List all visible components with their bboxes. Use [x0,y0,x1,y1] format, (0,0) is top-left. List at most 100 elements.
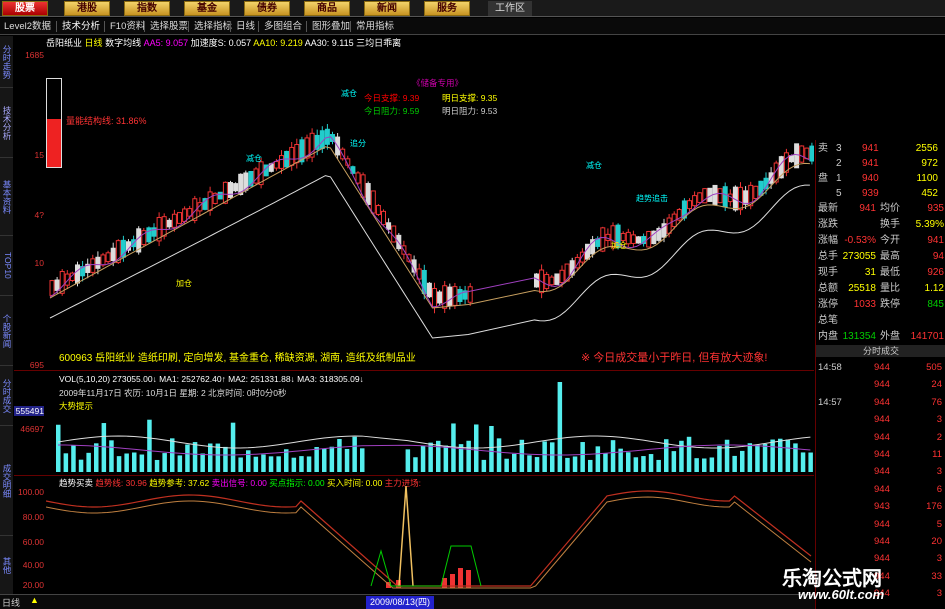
chart-annotation: 加仓 [611,241,627,250]
chart-annotation: 趋势追击 [636,194,668,203]
support-box-title: 《储备专用》 [412,78,464,88]
tab-multi-chart[interactable]: 多图组合 [264,20,302,33]
tomorrow-support: 明日支撑: 9.35 [442,93,498,103]
bias-label: 三均日乖离 [356,38,402,48]
tab-select-indicator[interactable]: 选择指标 [194,20,232,33]
menu-news[interactable]: 新闻 [364,1,410,16]
price-axis-label: 15 [34,150,44,160]
cursor-date: 2009/08/13(四) [366,596,435,609]
tab-overlay[interactable]: 图形叠加 [312,20,350,33]
top-menu-bar: 股票 港股 指数 基金 债券 商品 新闻 服务 工作区 [0,0,945,17]
order-book-row: 5 939 452 [836,188,938,199]
side-tab-basic-info[interactable]: 基本资料 [0,158,13,236]
trade-row: 14:57 944 76 [818,396,942,408]
indicator-axis-label: 80.00 [22,512,44,522]
stock-info-text: 600963 岳阳纸业 造纸印刷, 定向增发, 基金重仓, 稀缺资源, 湖南, … [59,353,416,364]
volume-axis-label: 555491 [14,406,44,416]
ma-label: 数字均线 [105,38,142,48]
price-axis-label: 1685 [25,50,44,60]
chart-annotation: 追分 [350,139,366,148]
quote-row: 涨跌 换手 5.39% [818,219,944,230]
indicator-axis-label: 20.00 [22,580,44,590]
quote-row: 最新 941 均价 935 [818,203,944,214]
trade-row: 14:58 944 505 [818,362,942,373]
menu-services[interactable]: 服务 [424,1,470,16]
side-tab-ticks[interactable]: 分时成交 [0,366,13,426]
trade-row: 944 3 [874,466,942,478]
watermark-url: www.60lt.com [798,587,885,602]
tab-f10[interactable]: F10资料 [110,20,145,33]
price-axis-label: 4? [34,210,44,220]
trade-row: 944 5 [874,518,942,530]
up-triangle-icon[interactable]: ▲ [30,595,39,605]
side-tab-technical[interactable]: 技术分析 [0,88,13,158]
side-tab-top10[interactable]: TOP10 [0,236,13,296]
tab-select-stock[interactable]: 选择股票 [150,20,188,33]
order-book-row: 2 941 972 [836,158,938,169]
accel-value: 加速度S: 0.057 [190,38,252,48]
chart-annotation: 减仓 [586,161,602,170]
today-resist: 今日阻力: 9.59 [364,106,420,116]
side-tab-other[interactable]: 其他 [0,536,13,596]
quote-row: 现手 31 最低 926 [818,267,944,278]
aa10-value: AA10: 9.219 [253,38,303,48]
volume-axis-label: 46697 [20,424,44,434]
period-label: 日线 [84,38,103,48]
quote-row: 总额 25518 量比 1.12 [818,283,944,294]
order-book-row: 盘 1 940 1100 [818,173,938,184]
menu-index[interactable]: 指数 [124,1,170,16]
trades-header: 分时成交 [816,345,945,357]
chart-annotation: 减仓 [341,89,357,98]
indicator-axis-label: 100.00 [18,487,44,497]
quote-row: 内盘 131354 外盘 141701 [818,331,944,342]
quote-row: 涨停 1033 跌停 845 [818,299,944,310]
tab-technical[interactable]: 技术分析 [62,20,100,33]
chart-annotation: 减仓 [246,154,262,163]
quote-row: 总手 273055 最高 94 [818,251,944,262]
aa30-value: AA30: 9.115 [304,38,354,48]
tab-daily[interactable]: 日线 [236,20,255,33]
quote-row: 总笔 [818,315,838,326]
support-resistance-box: 《储备专用》 今日支撑: 9.39 明日支撑: 9.35 今日阻力: 9.59 … [362,78,517,120]
chart-annotation: 加仓 [176,279,192,288]
aa5-value: AA5: 9.057 [143,38,189,48]
volume-structure-gauge [46,78,62,168]
indicator-chart[interactable] [46,476,814,594]
trade-row: 944 3 [874,414,942,426]
quote-row: 涨幅 -0.53% 今开 941 [818,235,944,246]
volume-warning: ※ 今日成交量小于昨日, 但有放大迹象! [581,352,768,364]
trade-row: 944 24 [874,379,942,391]
gauge-label: 量能结构线: 31.86% [66,116,147,126]
menu-hk-stocks[interactable]: 港股 [64,1,110,16]
stock-name: 岳阳纸业 [46,38,83,48]
side-tab-bar: 分时走势 技术分析 基本资料 TOP10 个股新闻 分时成交 成交明细 其他 [0,36,13,596]
tomorrow-resist: 明日阻力: 9.53 [442,106,498,116]
side-tab-intraday[interactable]: 分时走势 [0,36,13,88]
bottom-status-bar: 日线 ▲ 2009/08/13(四) [0,594,815,609]
period-indicator[interactable]: 日线 [2,596,20,609]
today-support: 今日支撑: 9.39 [364,93,420,103]
menu-commodities[interactable]: 商品 [304,1,350,16]
side-tab-news[interactable]: 个股新闻 [0,296,13,366]
trade-row: 943 176 [874,501,942,513]
side-tab-trades[interactable]: 成交明细 [0,426,13,536]
price-axis-label: 695 [29,360,44,370]
order-book-row: 卖 3 941 2556 [818,143,938,154]
tab-common-indicators[interactable]: 常用指标 [356,20,394,33]
tab-level2[interactable]: Level2数据 [4,20,51,33]
indicator-axis-label: 60.00 [22,537,44,547]
menu-funds[interactable]: 基金 [184,1,230,16]
quote-panel: 卖 3 941 2556 2 941 972 盘 1 940 1100 5 939 452 最新 941 均价… [815,140,945,609]
indicator-axis-label: 40.00 [22,560,44,570]
trade-row: 944 6 [874,483,942,495]
trade-row: 944 2 [874,431,942,443]
volume-chart[interactable] [46,372,814,474]
chart-info-bar: 岳阳纸业 日线 数字均线 AA5: 9.057 加速度S: 0.057 AA10… [46,36,536,48]
trade-row: 944 11 [874,449,942,460]
price-axis-label: 10 [34,258,44,268]
workarea-button[interactable]: 工作区 [488,1,532,16]
menu-bonds[interactable]: 债券 [244,1,290,16]
trade-row: 944 20 [874,536,942,547]
menu-stocks[interactable]: 股票 [2,1,48,16]
tool-tab-row: Level2数据 技术分析 F10资料 选择股票 选择指标 日线 多图组合 图形… [0,18,945,35]
